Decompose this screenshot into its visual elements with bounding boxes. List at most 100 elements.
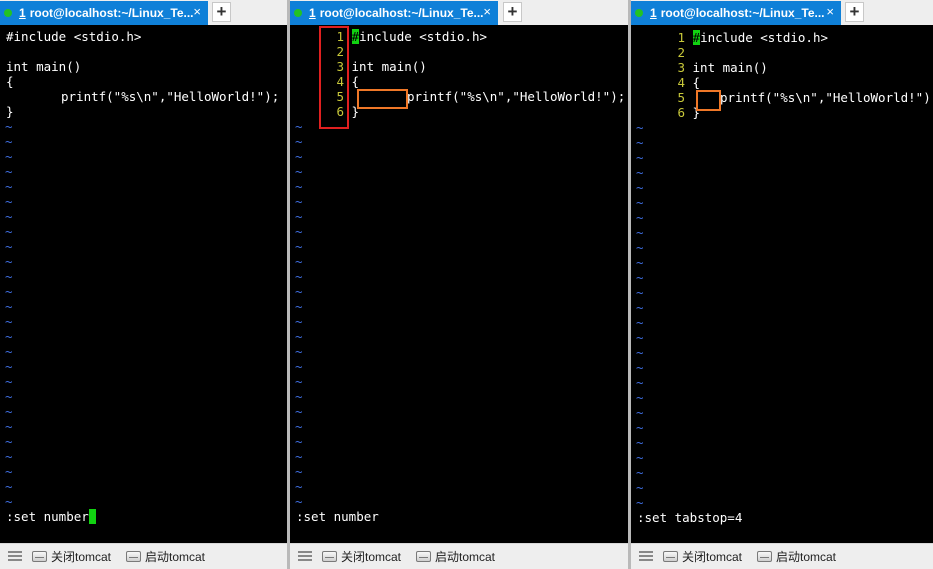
menu-icon[interactable] xyxy=(8,551,22,562)
vim-editor[interactable]: 1 #include <stdio.h> 2 3 int main() 4 { … xyxy=(290,25,628,543)
empty-line-tilde: ~ xyxy=(295,359,303,374)
empty-line-tilde: ~ xyxy=(5,164,13,179)
code-line-6: 6 } xyxy=(661,105,700,120)
line-number: 3 xyxy=(677,60,685,75)
new-tab-button[interactable]: + xyxy=(845,2,864,22)
code-line-1: 1 #include <stdio.h> xyxy=(661,30,828,45)
empty-line-tilde: ~ xyxy=(636,420,644,435)
stop-tomcat-label: 关闭tomcat xyxy=(51,550,112,564)
empty-line-tilde: ~ xyxy=(295,464,303,479)
empty-line-tilde: ~ xyxy=(636,270,644,285)
text-cursor: # xyxy=(692,30,701,45)
tab-bar: 1 root@localhost:~/Linux_Te... × + xyxy=(631,0,933,25)
empty-line-tilde: ~ xyxy=(636,120,644,135)
close-tab-icon[interactable]: × xyxy=(483,4,491,19)
empty-line-tilde: ~ xyxy=(295,239,303,254)
terminal-tab-active[interactable]: 1 root@localhost:~/Linux_Te... × xyxy=(631,1,841,25)
empty-line-tilde: ~ xyxy=(5,284,13,299)
close-tab-icon[interactable]: × xyxy=(826,4,834,19)
menu-icon[interactable] xyxy=(298,551,312,562)
empty-line-tilde: ~ xyxy=(5,359,13,374)
close-tab-icon[interactable]: × xyxy=(193,4,201,19)
empty-line-tilde: ~ xyxy=(5,389,13,404)
empty-line-tilde: ~ xyxy=(636,390,644,405)
empty-line-tilde: ~ xyxy=(636,240,644,255)
terminal-tab-active[interactable]: 1 root@localhost:~/Linux_Te... × xyxy=(290,1,498,25)
start-tomcat-button[interactable]: 启动tomcat xyxy=(126,548,205,565)
stop-tomcat-button[interactable]: 关闭tomcat xyxy=(663,548,742,565)
text-cursor xyxy=(88,509,97,524)
empty-line-tilde: ~ xyxy=(636,435,644,450)
stop-tomcat-button[interactable]: 关闭tomcat xyxy=(322,548,401,565)
empty-line-tilde: ~ xyxy=(5,179,13,194)
bottom-toolbar: 关闭tomcat 启动tomcat xyxy=(290,543,628,569)
empty-line-tilde: ~ xyxy=(295,329,303,344)
terminal-pane-1: 1 root@localhost:~/Linux_Te... × + #incl… xyxy=(0,0,287,569)
stop-tomcat-label: 关闭tomcat xyxy=(682,550,743,564)
empty-line-tilde: ~ xyxy=(5,209,13,224)
empty-line-tilde: ~ xyxy=(295,194,303,209)
menu-icon[interactable] xyxy=(639,551,653,562)
empty-line-tilde: ~ xyxy=(636,135,644,150)
command-text: :set number xyxy=(6,509,89,524)
empty-line-tilde: ~ xyxy=(636,450,644,465)
empty-line-tilde: ~ xyxy=(5,134,13,149)
code-line-6: } xyxy=(6,104,14,119)
empty-line-tilde: ~ xyxy=(295,119,303,134)
vim-editor[interactable]: 1 #include <stdio.h> 2 3 int main() 4 { … xyxy=(631,25,933,543)
code-line-5: printf("%s\n","HelloWorld!"); xyxy=(61,89,280,104)
empty-line-tilde: ~ xyxy=(295,224,303,239)
empty-line-tilde: ~ xyxy=(5,149,13,164)
vim-editor[interactable]: #include <stdio.h> int main() { printf("… xyxy=(0,25,287,543)
terminal-tab-active[interactable]: 1 root@localhost:~/Linux_Te... × xyxy=(0,1,208,25)
empty-line-tilde: ~ xyxy=(636,405,644,420)
empty-line-tilde: ~ xyxy=(5,419,13,434)
tab-bar: 1 root@localhost:~/Linux_Te... × + xyxy=(290,0,628,25)
empty-line-tilde: ~ xyxy=(636,210,644,225)
line-number: 4 xyxy=(677,75,685,90)
keyboard-icon xyxy=(126,551,141,562)
empty-line-tilde: ~ xyxy=(295,299,303,314)
empty-line-tilde: ~ xyxy=(295,419,303,434)
empty-line-tilde: ~ xyxy=(295,389,303,404)
code-line-4: 4 { xyxy=(661,75,700,90)
start-tomcat-button[interactable]: 启动tomcat xyxy=(757,548,836,565)
start-tomcat-button[interactable]: 启动tomcat xyxy=(416,548,495,565)
new-tab-button[interactable]: + xyxy=(212,2,231,22)
terminal-pane-2: 1 root@localhost:~/Linux_Te... × + 1 #in… xyxy=(290,0,628,569)
bottom-toolbar: 关闭tomcat 启动tomcat xyxy=(0,543,287,569)
keyboard-icon xyxy=(757,551,772,562)
empty-line-tilde: ~ xyxy=(5,479,13,494)
empty-line-tilde: ~ xyxy=(636,165,644,180)
tab-bar: 1 root@localhost:~/Linux_Te... × + xyxy=(0,0,287,25)
tab-title: root@localhost:~/Linux_Te... xyxy=(319,6,484,20)
keyboard-icon xyxy=(322,551,337,562)
new-tab-button[interactable]: + xyxy=(503,2,522,22)
tab-number: 1 xyxy=(650,6,657,20)
empty-line-tilde: ~ xyxy=(636,300,644,315)
stop-tomcat-button[interactable]: 关闭tomcat xyxy=(32,548,111,565)
empty-line-tilde: ~ xyxy=(636,180,644,195)
code-line-3: int main() xyxy=(6,59,82,74)
empty-line-tilde: ~ xyxy=(295,284,303,299)
empty-line-tilde: ~ xyxy=(636,360,644,375)
empty-line-tilde: ~ xyxy=(295,434,303,449)
tab-number: 1 xyxy=(19,6,26,20)
status-dot-icon xyxy=(294,9,302,17)
empty-line-tilde: ~ xyxy=(5,314,13,329)
bottom-toolbar: 关闭tomcat 启动tomcat xyxy=(631,543,933,569)
empty-line-tilde: ~ xyxy=(5,494,13,509)
tab-indent-highlight-box xyxy=(696,90,721,111)
text-cursor: # xyxy=(351,29,360,44)
empty-line-tilde: ~ xyxy=(636,195,644,210)
code-line-4: { xyxy=(6,74,14,89)
empty-line-tilde: ~ xyxy=(636,465,644,480)
code-text: include <stdio.h> xyxy=(359,29,487,44)
empty-line-tilde: ~ xyxy=(295,134,303,149)
code-line-2: 2 xyxy=(661,45,685,60)
empty-line-tilde: ~ xyxy=(295,374,303,389)
keyboard-icon xyxy=(663,551,678,562)
empty-line-tilde: ~ xyxy=(295,344,303,359)
empty-line-tilde: ~ xyxy=(5,119,13,134)
empty-line-tilde: ~ xyxy=(636,255,644,270)
